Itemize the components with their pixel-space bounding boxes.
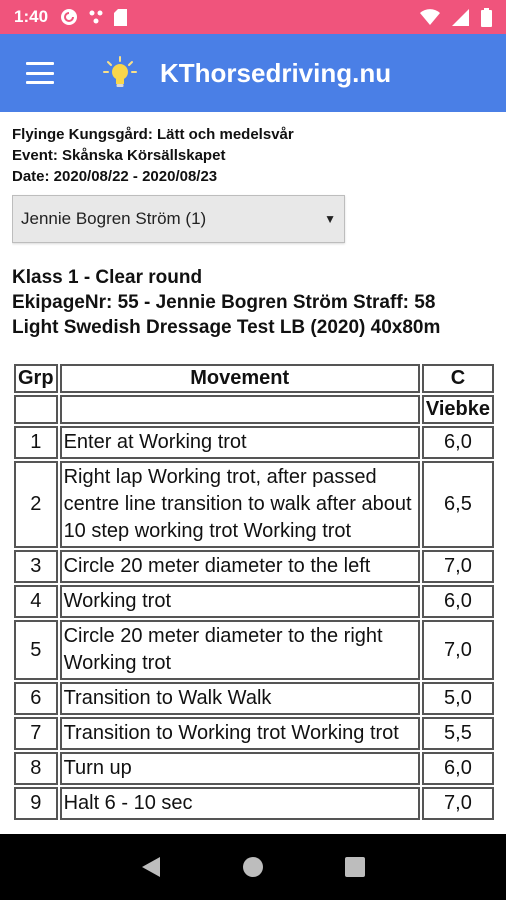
home-icon[interactable] [241, 855, 265, 879]
recents-icon[interactable] [344, 856, 366, 878]
row-movement: Circle 20 meter diameter to the left [59, 550, 420, 583]
ekipage-info: EkipageNr: 55 - Jennie Bogren Ström Stra… [12, 292, 436, 313]
event-name: Event: Skånska Körsällskapet [12, 147, 226, 164]
row-score: 6,0 [421, 752, 494, 785]
event-place: Flyinge Kungsgård: Lätt och medelsvår [12, 126, 294, 143]
table-row: 4 Working trot 6,0 [14, 585, 494, 618]
back-icon[interactable] [140, 855, 162, 879]
rider-select-value: Jennie Bogren Ström (1) [21, 209, 207, 228]
row-movement: Turn up [59, 752, 420, 785]
row-score: 5,0 [421, 682, 494, 715]
main-content: Flyinge Kungsgård: Lätt och medelsvår Ev… [12, 112, 498, 834]
test-name: Light Swedish Dressage Test LB (2020) 40… [12, 317, 441, 338]
app-title: KThorsedriving.nu [160, 57, 392, 88]
row-movement: Working trot [59, 585, 420, 618]
signal-icon [452, 8, 469, 26]
row-grp: 3 [14, 550, 58, 583]
status-notification-icons [60, 8, 128, 26]
table-row: 3 Circle 20 meter diameter to the left 7,0 [14, 550, 494, 583]
row-movement: Enter at Working trot [59, 426, 420, 459]
hamburger-menu-icon[interactable] [26, 62, 54, 84]
dropdown-arrow-icon: ▼ [324, 212, 336, 226]
row-movement: Right lap Working trot, after passed cen… [59, 461, 420, 548]
row-grp: 4 [14, 585, 58, 618]
score-table: Grp Movement C Viebke 1 Enter at Working … [12, 362, 496, 822]
status-time: 1:40 [14, 7, 49, 26]
row-grp: 8 [14, 752, 58, 785]
table-row: 9 Halt 6 - 10 sec 7,0 [14, 787, 494, 820]
row-score: 6,5 [421, 461, 494, 548]
status-bar: 1:40 [0, 0, 506, 34]
header-movement: Movement [59, 364, 420, 393]
header-grp: Grp [14, 364, 58, 393]
battery-icon [481, 7, 492, 27]
table-row: 6 Transition to Walk Walk 5,0 [14, 682, 494, 715]
table-row: 2 Right lap Working trot, after passed ce… [14, 461, 494, 548]
row-score: 7,0 [421, 787, 494, 820]
row-grp: 1 [14, 426, 58, 459]
pocket-casts-icon [61, 9, 78, 25]
class-name: Klass 1 - Clear round [12, 267, 203, 288]
subheader-grp-empty [14, 395, 58, 424]
row-movement: Halt 6 - 10 sec [59, 787, 420, 820]
row-score: 6,0 [421, 585, 494, 618]
row-grp: 6 [14, 682, 58, 715]
table-row: 8 Turn up 6,0 [14, 752, 494, 785]
row-score: 6,0 [421, 426, 494, 459]
event-date: Date: 2020/08/22 - 2020/08/23 [12, 168, 218, 185]
table-row: 7 Transition to Working trot Working trot… [14, 717, 494, 750]
header-judge: C [421, 364, 494, 393]
row-score: 5,5 [421, 717, 494, 750]
row-score: 7,0 [421, 620, 494, 680]
status-system-icons [420, 7, 492, 27]
subheader-movement-empty [59, 395, 420, 424]
row-movement: Circle 20 meter diameter to the right Wo… [59, 620, 420, 680]
table-subheader-row: Viebke [14, 395, 494, 424]
row-grp: 5 [14, 620, 58, 680]
class-info: Klass 1 - Clear round EkipageNr: 55 - Je… [12, 265, 498, 340]
sd-card-icon [114, 8, 128, 26]
row-grp: 9 [14, 787, 58, 820]
notification-dots-icon [89, 10, 103, 24]
row-grp: 7 [14, 717, 58, 750]
row-score: 7,0 [421, 550, 494, 583]
lightbulb-icon [103, 56, 137, 87]
wifi-icon [420, 9, 440, 25]
rider-select[interactable]: Jennie Bogren Ström (1) ▼ [12, 195, 345, 243]
judge-name: Viebke [421, 395, 494, 424]
navigation-bar [0, 834, 506, 900]
row-grp: 2 [14, 461, 58, 548]
table-row: 5 Circle 20 meter diameter to the right W… [14, 620, 494, 680]
event-info: Flyinge Kungsgård: Lätt och medelsvår Ev… [12, 124, 498, 187]
row-movement: Transition to Working trot Working trot [59, 717, 420, 750]
table-row: 1 Enter at Working trot 6,0 [14, 426, 494, 459]
table-header-row: Grp Movement C [14, 364, 494, 393]
app-bar: KThorsedriving.nu [0, 34, 506, 112]
row-movement: Transition to Walk Walk [59, 682, 420, 715]
